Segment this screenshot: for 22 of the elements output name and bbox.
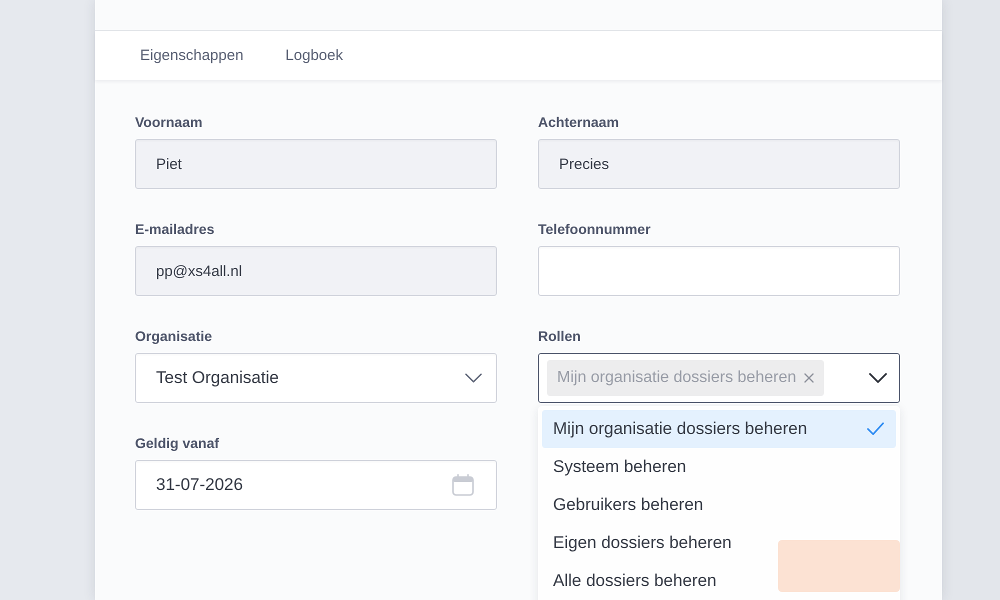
dropdown-option[interactable]: Systeem beheren <box>542 448 896 486</box>
date-field[interactable]: 31-07-2026 <box>135 460 497 510</box>
field-label: Voornaam <box>135 113 202 131</box>
dropdown-option[interactable]: Gebruikers beheren <box>542 486 896 524</box>
field-label: E-mailadres <box>135 220 214 238</box>
check-icon <box>867 422 884 436</box>
field-label: Achternaam <box>538 113 619 131</box>
dropdown-option[interactable]: Alle dossiers beheren <box>542 562 896 600</box>
dropdown-option[interactable]: Mijn organisatie dossiers beheren <box>542 410 896 448</box>
select-field[interactable]: Test Organisatie <box>135 353 497 403</box>
chevron-down-icon <box>869 373 887 383</box>
tab[interactable]: Eigenschappen <box>119 31 264 80</box>
field-label: Organisatie <box>135 327 212 345</box>
field-label: Rollen <box>538 327 581 345</box>
close-icon[interactable] <box>804 373 814 383</box>
field-label: Geldig vanaf <box>135 434 220 452</box>
dropdown-option[interactable]: Eigen dossiers beheren <box>542 524 896 562</box>
chevron-down-icon <box>465 373 482 383</box>
input-field[interactable] <box>538 246 900 296</box>
tab[interactable]: Logboek <box>264 31 364 80</box>
calendar-icon <box>452 474 474 496</box>
field-label: Telefoonnummer <box>538 220 651 238</box>
